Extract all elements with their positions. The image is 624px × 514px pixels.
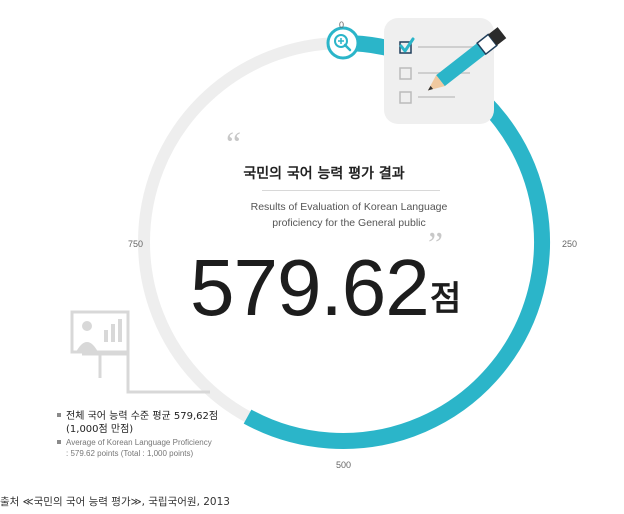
- score-unit: 점: [430, 279, 462, 319]
- legend-bullet-en: [57, 439, 61, 444]
- presentation-board-icon: [70, 310, 130, 378]
- legend-korean: 전체 국어 능력 수준 평균 579,62점 (1,000점 만점): [57, 410, 218, 436]
- source-caption: 출처 ≪국민의 국어 능력 평가≫, 국립국어원, 2013: [0, 496, 230, 508]
- score-value: 579.62: [190, 243, 430, 332]
- legend-korean-line-1: 전체 국어 능력 수준 평균 579,62점: [66, 411, 219, 422]
- tick-label-250: 250: [562, 239, 578, 249]
- tick-label-500: 500: [336, 460, 352, 470]
- chart-title-english-line-2: proficiency for the General public: [272, 217, 426, 229]
- legend-bullet: [57, 413, 61, 417]
- legend-english: Average of Korean Language Proficiency :…: [57, 437, 212, 459]
- legend-korean-line-2: (1,000점 만점): [66, 424, 134, 435]
- tick-label-0: 0: [339, 20, 345, 30]
- chart-title-english-line-1: Results of Evaluation of Korean Language: [250, 201, 448, 213]
- chart-title-english: Results of Evaluation of Korean Language…: [218, 199, 480, 231]
- checklist-pencil-icon: [384, 18, 507, 124]
- open-quote-icon: “: [226, 126, 242, 163]
- close-quote-icon: ”: [428, 226, 444, 263]
- magnifier-plus-icon: [326, 26, 360, 60]
- title-divider: [262, 190, 440, 191]
- legend-english-line-2: : 579.62 points (Total : 1,000 points): [66, 449, 194, 458]
- chart-title-korean: 국민의 국어 능력 평가 결과: [243, 166, 405, 182]
- tick-label-750: 750: [128, 239, 144, 249]
- legend-english-line-1: Average of Korean Language Proficiency: [66, 438, 212, 447]
